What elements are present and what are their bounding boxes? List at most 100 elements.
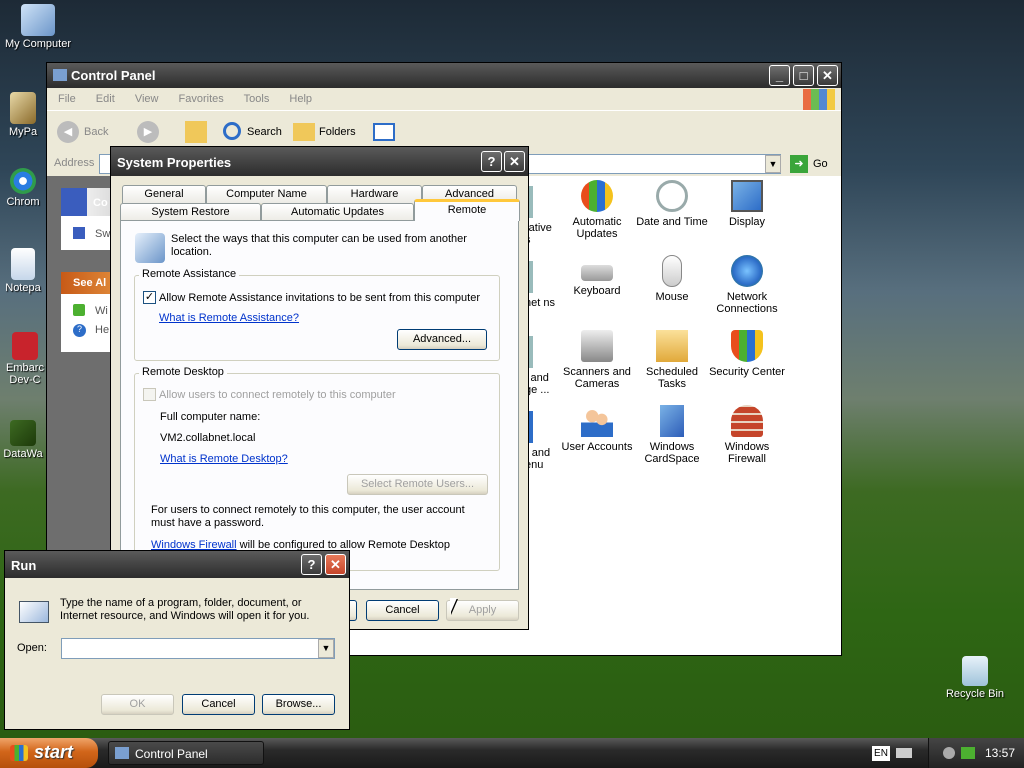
keyboard-icon[interactable] bbox=[896, 748, 912, 758]
what-is-remote-assistance-link[interactable]: What is Remote Assistance? bbox=[159, 312, 299, 324]
tab-hardware[interactable]: Hardware bbox=[327, 185, 422, 203]
scanner-icon bbox=[581, 330, 613, 362]
see-also-link[interactable]: He bbox=[95, 324, 109, 336]
desktop-icon-notepad[interactable]: Notepa bbox=[0, 248, 46, 294]
ok-button[interactable]: OK bbox=[101, 694, 174, 715]
folders-icon[interactable] bbox=[293, 123, 315, 141]
cp-item-automatic-updates[interactable]: Automatic Updates bbox=[557, 180, 637, 240]
help-button[interactable]: ? bbox=[481, 151, 502, 172]
clock[interactable]: 13:57 bbox=[985, 746, 1015, 760]
cp-item-internet[interactable]: net ns bbox=[525, 261, 555, 309]
menu-tools[interactable]: Tools bbox=[244, 93, 270, 105]
remote-assistance-checkbox-label[interactable]: Allow Remote Assistance invitations to b… bbox=[159, 292, 480, 304]
menu-view[interactable]: View bbox=[135, 93, 159, 105]
windows-logo-icon bbox=[803, 89, 835, 111]
desktop-icon-label: Chrom bbox=[6, 196, 40, 208]
open-input[interactable] bbox=[61, 638, 335, 659]
network-icon bbox=[10, 92, 36, 124]
menu-favorites[interactable]: Favorites bbox=[179, 93, 224, 105]
cp-item-user-accounts[interactable]: User Accounts bbox=[557, 405, 637, 453]
remote-desktop-checkbox[interactable] bbox=[143, 388, 156, 401]
desktop-icon-my-computer[interactable]: My Computer bbox=[3, 4, 73, 50]
close-button[interactable]: ✕ bbox=[325, 554, 346, 575]
cp-item-regional[interactable]: l and ge ... bbox=[525, 336, 555, 396]
help-button[interactable]: ? bbox=[301, 554, 322, 575]
menu-file[interactable]: File bbox=[58, 93, 76, 105]
cp-item-keyboard[interactable]: Keyboard bbox=[557, 255, 637, 297]
minimize-button[interactable]: _ bbox=[769, 65, 790, 86]
full-computer-name-label: Full computer name: bbox=[160, 411, 261, 423]
cancel-button[interactable]: Cancel bbox=[182, 694, 255, 715]
see-also-link[interactable]: Wi bbox=[95, 305, 108, 317]
tab-automatic-updates[interactable]: Automatic Updates bbox=[261, 203, 414, 221]
dialog-titlebar[interactable]: System Properties ? ✕ bbox=[111, 147, 528, 176]
search-icon[interactable] bbox=[223, 122, 241, 140]
desktop-icon-label: My Computer bbox=[4, 38, 72, 50]
desktop-icon-embarcadero[interactable]: Embarc Dev-C bbox=[0, 332, 50, 386]
desktop-icon-mypa[interactable]: MyPa bbox=[0, 92, 46, 138]
tab-remote[interactable]: Remote bbox=[414, 199, 520, 221]
desktop-icon-recycle-bin[interactable]: Recycle Bin bbox=[940, 656, 1010, 700]
go-arrow-icon[interactable]: ➜ bbox=[790, 155, 808, 173]
switch-view-link[interactable]: Sw bbox=[95, 228, 110, 240]
cp-item-taskbar-start[interactable]: r and enu bbox=[525, 411, 555, 471]
cp-item-firewall[interactable]: Windows Firewall bbox=[707, 405, 787, 465]
cp-item-network[interactable]: Network Connections bbox=[707, 255, 787, 315]
language-indicator[interactable]: EN bbox=[872, 746, 890, 761]
taskbar-button-label: Control Panel bbox=[135, 747, 208, 761]
shortcut-icon bbox=[10, 420, 36, 446]
notepad-icon bbox=[11, 248, 35, 280]
back-arrow-icon[interactable]: ◀ bbox=[57, 121, 79, 143]
desktop-icon-datawa[interactable]: DataWa bbox=[0, 420, 46, 460]
desktop-icon-chrome[interactable]: Chrom bbox=[0, 168, 46, 208]
control-panel-titlebar[interactable]: Control Panel _ □ ✕ bbox=[47, 63, 841, 88]
address-dropdown-icon[interactable]: ▼ bbox=[765, 155, 781, 173]
cp-item-date-time[interactable]: Date and Time bbox=[632, 180, 712, 228]
open-dropdown-icon[interactable]: ▼ bbox=[318, 639, 334, 658]
cp-item-scanners[interactable]: Scanners and Cameras bbox=[557, 330, 637, 390]
cp-item-scheduled-tasks[interactable]: Scheduled Tasks bbox=[632, 330, 712, 390]
views-icon[interactable] bbox=[373, 123, 395, 141]
menu-edit[interactable]: Edit bbox=[96, 93, 115, 105]
run-titlebar[interactable]: Run ? ✕ bbox=[5, 551, 349, 578]
cancel-button[interactable]: Cancel bbox=[366, 600, 439, 621]
cp-item-administrative[interactable]: rative s bbox=[525, 186, 555, 246]
maximize-button[interactable]: □ bbox=[793, 65, 814, 86]
cp-item-display[interactable]: Display bbox=[707, 180, 787, 228]
remote-desktop-checkbox-label[interactable]: Allow users to connect remotely to this … bbox=[159, 389, 396, 401]
close-button[interactable]: ✕ bbox=[504, 151, 525, 172]
tab-computer-name[interactable]: Computer Name bbox=[206, 185, 327, 203]
shield-icon bbox=[731, 330, 763, 362]
advanced-button[interactable]: Advanced... bbox=[397, 329, 487, 350]
folders-button-label[interactable]: Folders bbox=[319, 126, 356, 138]
select-remote-users-button[interactable]: Select Remote Users... bbox=[347, 474, 488, 495]
switch-view-icon[interactable] bbox=[73, 227, 85, 239]
what-is-remote-desktop-link[interactable]: What is Remote Desktop? bbox=[160, 453, 288, 465]
browse-button[interactable]: Browse... bbox=[262, 694, 335, 715]
cp-item-security-center[interactable]: Security Center bbox=[707, 330, 787, 378]
remote-assistance-checkbox[interactable]: ✓ bbox=[143, 291, 156, 304]
safely-remove-tray-icon[interactable] bbox=[961, 747, 975, 759]
task-panel-header[interactable]: Co bbox=[61, 188, 117, 216]
taskbar: start Control Panel EN 13:57 bbox=[0, 738, 1024, 768]
up-folder-icon[interactable] bbox=[185, 121, 207, 143]
see-also-header[interactable]: See Al bbox=[61, 272, 117, 294]
see-also-title: See Al bbox=[73, 277, 107, 289]
tab-system-restore[interactable]: System Restore bbox=[120, 203, 261, 221]
go-button-label[interactable]: Go bbox=[813, 158, 828, 170]
cp-item-cardspace[interactable]: Windows CardSpace bbox=[632, 405, 712, 465]
tab-general[interactable]: General bbox=[122, 185, 206, 203]
menu-help[interactable]: Help bbox=[289, 93, 312, 105]
close-button[interactable]: ✕ bbox=[817, 65, 838, 86]
network-tray-icon[interactable] bbox=[943, 747, 955, 759]
back-button-label[interactable]: Back bbox=[84, 126, 108, 138]
intro-text: Select the ways that this computer can b… bbox=[171, 233, 467, 258]
cp-item-mouse[interactable]: Mouse bbox=[632, 255, 712, 303]
start-button[interactable]: start bbox=[0, 738, 98, 768]
taskbar-button-control-panel[interactable]: Control Panel bbox=[108, 741, 264, 765]
forward-arrow-icon[interactable]: ▶ bbox=[137, 121, 159, 143]
chrome-icon bbox=[10, 168, 36, 194]
system-tray: 13:57 bbox=[928, 738, 1024, 768]
mouse-cursor-icon bbox=[450, 598, 457, 614]
search-button-label[interactable]: Search bbox=[247, 126, 282, 138]
